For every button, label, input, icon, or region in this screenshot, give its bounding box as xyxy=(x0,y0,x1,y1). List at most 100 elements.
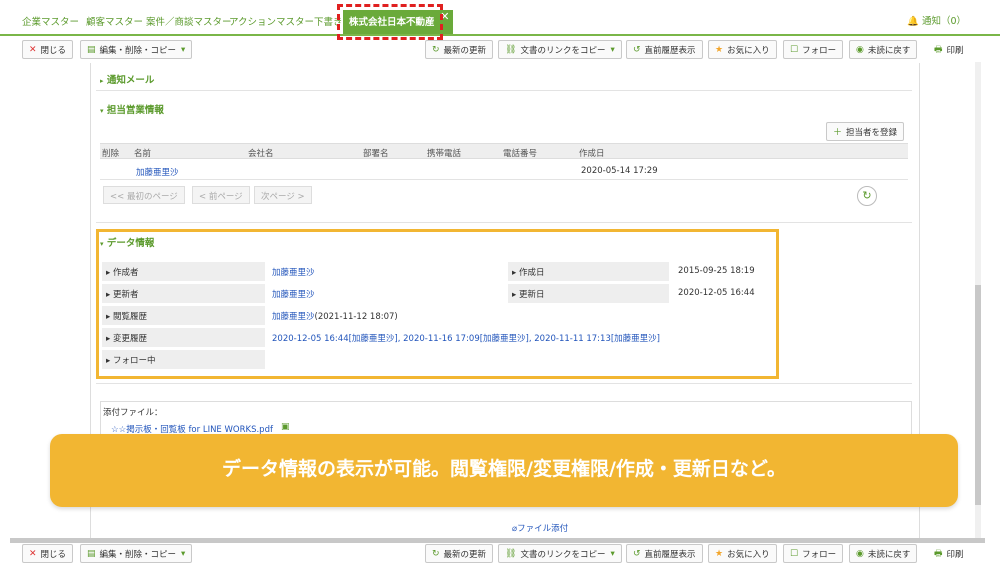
refresh-label: 最新の更新 xyxy=(443,45,487,56)
top-navigation: 企業マスター 顧客マスター 案件／商談マスター アクションマスター 下書き 株式… xyxy=(0,0,1000,36)
print-button[interactable]: 🖶 印刷 xyxy=(928,40,970,59)
mark-unread-label: 未読に戻す xyxy=(867,45,911,56)
edit-menu-button[interactable]: ▤ 編集・削除・コピー ▾ xyxy=(80,40,193,59)
divider xyxy=(96,222,912,223)
refresh-button[interactable]: ↻ 最新の更新 xyxy=(425,40,494,59)
chevron-down-icon: ▾ xyxy=(181,44,186,55)
col-delete: 削除 xyxy=(102,149,120,159)
caption-banner: データ情報の表示が可能。閲覧権限/変更権限/作成・更新日など。 xyxy=(50,434,958,507)
prev-page-button[interactable]: < 前ページ xyxy=(192,186,250,204)
copy-link-label: 文書のリンクをコピー xyxy=(520,549,606,560)
mark-unread-button[interactable]: ◉ 未読に戻す xyxy=(849,40,918,59)
refresh-button[interactable]: ↻ 最新の更新 xyxy=(425,544,494,563)
table-header: 削除 名前 会社名 部署名 携帯電話 電話番号 作成日 xyxy=(100,143,908,159)
star-icon: ★ xyxy=(715,44,724,55)
col-department: 部署名 xyxy=(363,149,389,159)
favorite-button[interactable]: ★ お気に入り xyxy=(708,40,777,59)
mark-unread-button[interactable]: ◉ 未読に戻す xyxy=(849,544,918,563)
copy-link-button[interactable]: ⛓ 文書のリンクをコピー ▾ xyxy=(498,544,622,563)
favorite-label: お気に入り xyxy=(727,549,770,560)
bell-icon: 🔔 xyxy=(907,16,919,27)
print-label: 印刷 xyxy=(946,549,964,560)
notification-link[interactable]: 🔔 通知（0） xyxy=(907,13,966,27)
data-info-highlight xyxy=(96,229,779,379)
favorite-button[interactable]: ★ お気に入り xyxy=(708,544,777,563)
notify-mail-section[interactable]: ▸ 通知メール xyxy=(100,72,154,86)
add-attachment-link[interactable]: ⌀ファイル添付 xyxy=(512,522,568,534)
attachments-label: 添付ファイル： xyxy=(103,408,163,418)
file-icon: ▣ xyxy=(281,422,290,432)
close-icon: ✕ xyxy=(29,548,37,559)
follow-label: フォロー xyxy=(802,45,837,56)
edit-icon: ▤ xyxy=(87,548,96,559)
tab-deal-master[interactable]: 案件／商談マスター xyxy=(146,14,232,28)
table-row[interactable]: 加藤亜里沙 2020-05-14 17:29 xyxy=(100,160,908,180)
print-icon: 🖶 xyxy=(934,548,943,559)
edit-menu-button[interactable]: ▤ 編集・削除・コピー ▾ xyxy=(80,544,193,563)
edit-menu-label: 編集・削除・コピー xyxy=(99,549,177,560)
divider xyxy=(96,90,912,91)
col-name: 名前 xyxy=(134,149,152,159)
caret-down-icon: ▾ xyxy=(100,107,104,115)
close-label: 閉じる xyxy=(40,549,67,560)
close-button[interactable]: ✕ 閉じる xyxy=(22,40,74,59)
refresh-label: 最新の更新 xyxy=(443,549,487,560)
edit-icon: ▤ xyxy=(87,44,96,55)
close-icon: ✕ xyxy=(29,44,37,55)
history-label: 直前履歴表示 xyxy=(644,549,696,560)
mark-unread-label: 未読に戻す xyxy=(867,549,911,560)
horizontal-scrollbar[interactable] xyxy=(10,538,985,543)
add-attachment-label: ファイル添付 xyxy=(517,524,569,534)
star-icon: ★ xyxy=(715,548,724,559)
next-page-button[interactable]: 次ページ > xyxy=(254,186,312,204)
row-created: 2020-05-14 17:29 xyxy=(581,166,658,176)
col-created: 作成日 xyxy=(579,149,605,159)
col-mobile: 携帯電話 xyxy=(427,149,462,159)
tab-action-master[interactable]: アクションマスター xyxy=(229,14,314,28)
col-phone: 電話番号 xyxy=(503,149,538,159)
close-button[interactable]: ✕ 閉じる xyxy=(22,544,74,563)
active-tab-highlight xyxy=(337,4,443,40)
print-label: 印刷 xyxy=(946,45,964,56)
print-icon: 🖶 xyxy=(934,44,943,55)
reload-icon[interactable]: ↻ xyxy=(857,186,877,206)
checkbox-icon: ☐ xyxy=(790,548,799,559)
sales-info-section[interactable]: ▾ 担当営業情報 xyxy=(100,102,164,116)
vertical-scrollbar-thumb[interactable] xyxy=(975,285,981,505)
copy-link-button[interactable]: ⛓ 文書のリンクをコピー ▾ xyxy=(498,40,622,59)
history-button[interactable]: ↺ 直前履歴表示 xyxy=(626,40,703,59)
chevron-down-icon: ▾ xyxy=(610,548,615,559)
history-icon: ↺ xyxy=(633,44,641,55)
follow-button[interactable]: ☐ フォロー xyxy=(783,40,844,59)
sales-info-title: 担当営業情報 xyxy=(106,105,164,116)
add-person-label: 担当者を登録 xyxy=(846,127,898,138)
history-label: 直前履歴表示 xyxy=(644,45,696,56)
follow-button[interactable]: ☐ フォロー xyxy=(783,544,844,563)
tab-company-master[interactable]: 企業マスター xyxy=(22,14,79,28)
refresh-icon: ↻ xyxy=(432,548,440,559)
chevron-down-icon: ▾ xyxy=(610,44,615,55)
checkbox-icon: ☐ xyxy=(790,44,799,55)
plus-icon: ＋ xyxy=(833,128,843,138)
row-name-link[interactable]: 加藤亜里沙 xyxy=(136,166,179,178)
divider xyxy=(96,383,912,384)
top-toolbar: ✕ 閉じる ▤ 編集・削除・コピー ▾ ↻ 最新の更新 ⛓ 文書のリンクをコピー ▾ ↺ 直前… xyxy=(0,40,1000,64)
follow-label: フォロー xyxy=(802,549,837,560)
refresh-icon: ↻ xyxy=(432,44,440,55)
chevron-down-icon: ▾ xyxy=(181,548,186,559)
history-button[interactable]: ↺ 直前履歴表示 xyxy=(626,544,703,563)
first-page-button[interactable]: << 最初のページ xyxy=(103,186,185,204)
close-label: 閉じる xyxy=(40,45,67,56)
link-icon: ⛓ xyxy=(505,548,517,559)
eye-icon: ◉ xyxy=(856,44,864,55)
tab-customer-master[interactable]: 顧客マスター xyxy=(86,14,143,28)
print-button[interactable]: 🖶 印刷 xyxy=(928,544,970,563)
col-company: 会社名 xyxy=(248,149,274,159)
add-person-button[interactable]: ＋担当者を登録 xyxy=(826,122,905,141)
copy-link-label: 文書のリンクをコピー xyxy=(520,45,606,56)
eye-icon: ◉ xyxy=(856,548,864,559)
history-icon: ↺ xyxy=(633,548,641,559)
bottom-toolbar: ✕ 閉じる ▤ 編集・削除・コピー ▾ ↻ 最新の更新 ⛓ 文書のリンクをコピー ▾ ↺ 直前… xyxy=(0,544,1000,568)
favorite-label: お気に入り xyxy=(727,45,770,56)
edit-menu-label: 編集・削除・コピー xyxy=(99,45,177,56)
